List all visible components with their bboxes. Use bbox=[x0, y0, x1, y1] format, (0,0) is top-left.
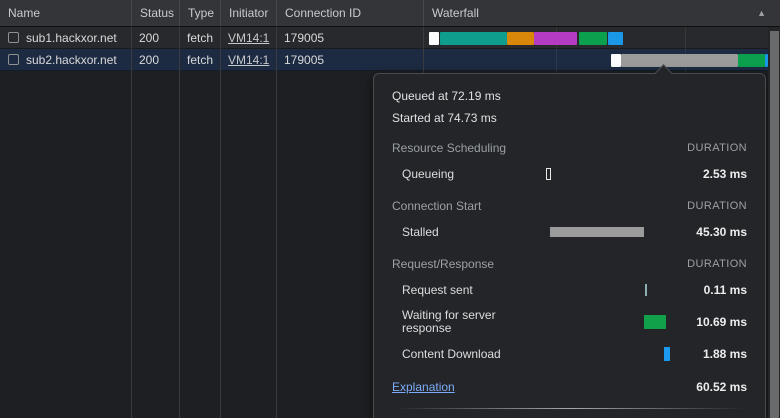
column-header-name[interactable]: Name bbox=[0, 0, 131, 26]
timing-row-request-sent: Request sent 0.11 ms bbox=[392, 280, 747, 300]
column-separator[interactable] bbox=[131, 27, 132, 418]
timing-row-queueing: Queueing 2.53 ms bbox=[392, 164, 747, 184]
request-name: sub2.hackxor.net bbox=[26, 53, 117, 67]
timing-duration: 2.53 ms bbox=[703, 167, 747, 181]
network-panel: Name Status Type Initiator Connection ID… bbox=[0, 0, 780, 418]
section-title: Connection Start bbox=[392, 199, 481, 213]
started-at-text: Started at 74.73 ms bbox=[392, 110, 747, 126]
column-header-waterfall[interactable]: Waterfall ▲ bbox=[423, 0, 780, 26]
sort-ascending-icon[interactable]: ▲ bbox=[757, 9, 766, 18]
section-header-connection-start: Connection Start DURATION bbox=[392, 198, 747, 214]
duration-column-label: DURATION bbox=[687, 258, 747, 270]
row-checkbox[interactable] bbox=[8, 54, 19, 65]
timing-duration: 10.69 ms bbox=[696, 315, 747, 329]
request-row-sub1[interactable]: sub1.hackxor.net 200 fetch VM14:1 179005 bbox=[0, 27, 780, 49]
column-header-label: Initiator bbox=[229, 6, 268, 20]
column-separator[interactable] bbox=[276, 27, 277, 418]
initiator-cell: VM14:1 bbox=[220, 49, 276, 70]
initiator-link[interactable]: VM14:1 bbox=[228, 53, 269, 67]
column-header-label: Connection ID bbox=[285, 6, 361, 20]
timing-label: Content Download bbox=[392, 348, 501, 361]
content-download-bar bbox=[664, 347, 670, 361]
timing-label: Waiting for server response bbox=[392, 309, 542, 335]
name-cell: sub1.hackxor.net bbox=[0, 27, 131, 48]
timing-duration: 45.30 ms bbox=[696, 225, 747, 239]
duration-column-label: DURATION bbox=[687, 142, 747, 154]
type-cell: fetch bbox=[179, 27, 220, 48]
duration-column-label: DURATION bbox=[687, 200, 747, 212]
timing-label: Stalled bbox=[392, 226, 439, 239]
request-timing-popover: Queued at 72.19 ms Started at 74.73 ms R… bbox=[373, 73, 766, 418]
total-duration: 60.52 ms bbox=[696, 380, 747, 394]
status-cell: 200 bbox=[131, 27, 179, 48]
section-header-resource-scheduling: Resource Scheduling DURATION bbox=[392, 140, 747, 156]
scrollbar-thumb[interactable] bbox=[770, 31, 779, 418]
queueing-bar bbox=[546, 168, 551, 180]
name-cell: sub2.hackxor.net bbox=[0, 49, 131, 70]
popover-divider bbox=[394, 408, 745, 409]
stalled-bar bbox=[550, 227, 644, 237]
column-separator[interactable] bbox=[220, 27, 221, 418]
column-header-initiator[interactable]: Initiator bbox=[220, 0, 276, 26]
queued-at-text: Queued at 72.19 ms bbox=[392, 88, 747, 104]
connection-id-cell: 179005 bbox=[276, 49, 423, 70]
timing-duration: 0.11 ms bbox=[704, 283, 747, 297]
column-header-connection-id[interactable]: Connection ID bbox=[276, 0, 423, 26]
column-header-status[interactable]: Status bbox=[131, 0, 179, 26]
row-checkbox[interactable] bbox=[8, 32, 19, 43]
column-header-label: Status bbox=[140, 6, 174, 20]
request-name: sub1.hackxor.net bbox=[26, 31, 117, 45]
section-title: Resource Scheduling bbox=[392, 141, 506, 155]
column-header-label: Name bbox=[8, 6, 40, 20]
timing-row-content-download: Content Download 1.88 ms bbox=[392, 344, 747, 364]
column-header-label: Type bbox=[188, 6, 214, 20]
request-sent-bar bbox=[645, 284, 647, 296]
vertical-scrollbar[interactable] bbox=[768, 27, 780, 418]
column-header-type[interactable]: Type bbox=[179, 0, 220, 26]
timing-duration: 1.88 ms bbox=[703, 347, 747, 361]
column-header-label: Waterfall bbox=[432, 6, 479, 20]
timing-row-waiting: Waiting for server response 10.69 ms bbox=[392, 308, 747, 336]
column-separator[interactable] bbox=[179, 27, 180, 418]
initiator-link[interactable]: VM14:1 bbox=[228, 31, 269, 45]
explanation-link[interactable]: Explanation bbox=[392, 380, 455, 394]
network-table-header: Name Status Type Initiator Connection ID… bbox=[0, 0, 780, 27]
timing-label: Request sent bbox=[392, 284, 473, 297]
timing-row-stalled: Stalled 45.30 ms bbox=[392, 222, 747, 242]
timing-label: Queueing bbox=[392, 168, 454, 181]
type-cell: fetch bbox=[179, 49, 220, 70]
section-title: Request/Response bbox=[392, 257, 494, 271]
waiting-bar bbox=[644, 315, 666, 329]
connection-id-cell: 179005 bbox=[276, 27, 423, 48]
status-cell: 200 bbox=[131, 49, 179, 70]
initiator-cell: VM14:1 bbox=[220, 27, 276, 48]
section-header-request-response: Request/Response DURATION bbox=[392, 256, 747, 272]
